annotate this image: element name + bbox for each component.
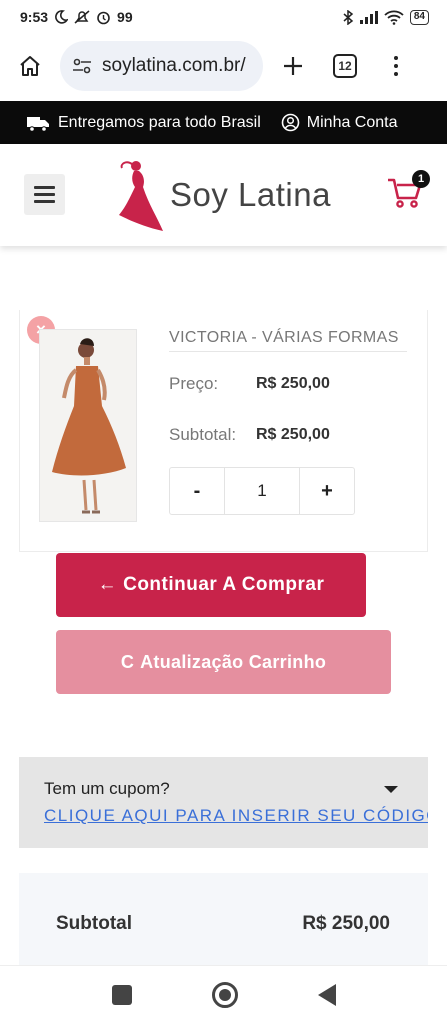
soy-latina-logo[interactable]: [104, 158, 166, 236]
update-cart-label: Atualização Carrinho: [140, 651, 327, 672]
home-button-icon[interactable]: [211, 982, 238, 1008]
quantity-stepper: - 1 +: [169, 467, 355, 515]
subtotal-label: Subtotal:: [169, 425, 237, 444]
moon-icon: [54, 10, 69, 24]
notification-count: 99: [117, 9, 133, 25]
muted-notification-icon: [74, 10, 90, 24]
coupon-panel[interactable]: Tem um cupom? CLIQUE AQUI PARA INSERIR S…: [19, 757, 428, 848]
status-bar: 9:53 99 84: [0, 0, 447, 34]
recent-apps-icon[interactable]: [111, 985, 132, 1005]
brand-name[interactable]: Soy Latina: [170, 176, 331, 214]
update-cart-button[interactable]: C Atualização Carrinho: [56, 630, 391, 694]
url-text: soylatina.com.br/: [102, 55, 246, 76]
alarm-icon: [96, 10, 111, 25]
refresh-icon: C: [120, 651, 135, 672]
increase-quantity-button[interactable]: +: [300, 468, 354, 514]
decrease-quantity-button[interactable]: -: [170, 468, 224, 514]
cart-totals: Subtotal R$ 250,00: [19, 873, 428, 973]
back-icon[interactable]: [317, 984, 336, 1006]
quantity-input[interactable]: 1: [224, 468, 300, 514]
user-circle-icon[interactable]: [281, 113, 300, 132]
status-time: 9:53: [20, 9, 49, 25]
more-options-icon[interactable]: [391, 56, 401, 76]
account-link[interactable]: Minha Conta: [307, 114, 398, 132]
bluetooth-icon: [342, 9, 354, 25]
continue-shopping-button[interactable]: ← Continuar A Comprar: [56, 553, 366, 617]
subtotal-value: R$ 250,00: [256, 426, 330, 443]
url-field[interactable]: soylatina.com.br/: [60, 41, 263, 91]
coupon-question: Tem um cupom?: [44, 779, 170, 798]
product-name[interactable]: VICTORIA - VÁRIAS FORMAS: [169, 329, 407, 352]
dropdown-arrow-icon[interactable]: [384, 786, 398, 793]
site-settings-icon[interactable]: [72, 58, 92, 74]
new-tab-icon[interactable]: [277, 50, 309, 82]
system-navigation-bar: [0, 965, 447, 1024]
site-header: Soy Latina: [0, 144, 447, 246]
arrow-left-icon: ←: [97, 574, 118, 595]
totals-subtotal-label: Subtotal: [56, 913, 132, 934]
menu-button[interactable]: [24, 174, 65, 215]
coupon-link[interactable]: CLIQUE AQUI PARA INSERIR SEU CÓDIGO: [44, 806, 428, 826]
price-label: Preço:: [169, 374, 219, 393]
cart-count-badge: 1: [412, 170, 430, 188]
battery-icon: 84: [409, 9, 429, 25]
wifi-icon: [384, 10, 404, 25]
price-value: R$ 250,00: [256, 375, 330, 392]
truck-icon: [26, 114, 50, 132]
totals-subtotal-value: R$ 250,00: [302, 913, 390, 934]
browser-toolbar: soylatina.com.br/ 12: [0, 34, 447, 98]
home-icon[interactable]: [14, 50, 46, 82]
promo-bar: Entregamos para todo Brasil Minha Conta: [0, 101, 447, 144]
product-image[interactable]: [39, 329, 137, 522]
shipping-text: Entregamos para todo Brasil: [58, 113, 261, 131]
signal-icon: [359, 10, 378, 24]
tab-switcher-button[interactable]: 12: [333, 54, 357, 78]
continue-shopping-label: Continuar A Comprar: [123, 574, 325, 595]
